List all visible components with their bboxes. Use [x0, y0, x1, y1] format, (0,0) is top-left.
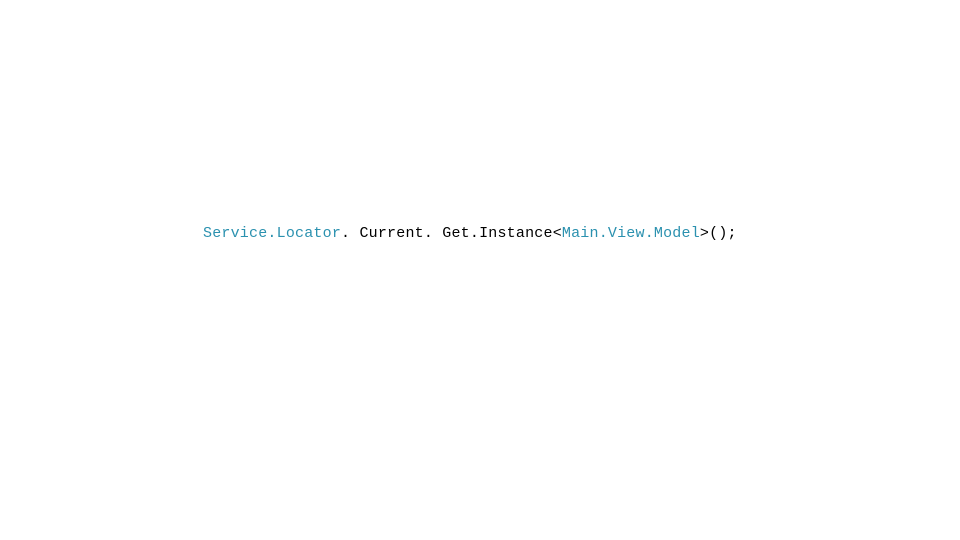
token-get-instance: Get.Instance	[442, 225, 552, 242]
code-line: Service.Locator. Current. Get.Instance<M…	[203, 225, 737, 242]
dot-1: .	[341, 225, 359, 242]
token-current: Current	[359, 225, 423, 242]
parens-semicolon: ();	[709, 225, 737, 242]
angle-close: >	[700, 225, 709, 242]
dot-2: .	[424, 225, 442, 242]
token-service-locator: Service.Locator	[203, 225, 341, 242]
angle-open: <	[553, 225, 562, 242]
token-main-view-model: Main.View.Model	[562, 225, 700, 242]
